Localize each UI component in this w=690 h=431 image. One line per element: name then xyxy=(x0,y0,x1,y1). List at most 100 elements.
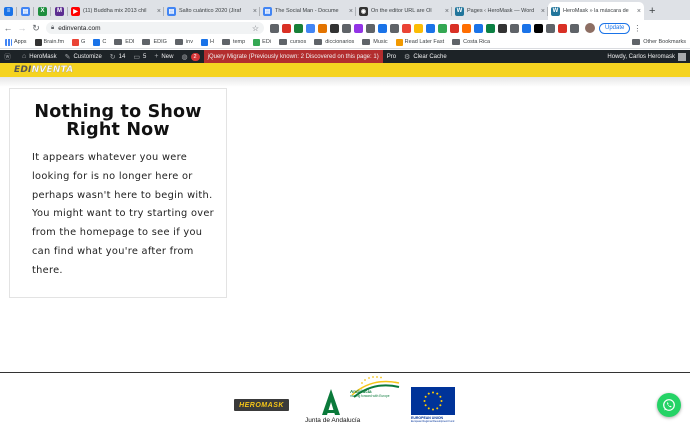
pro-menu[interactable]: Pro xyxy=(383,50,400,63)
bookmark-item[interactable]: G xyxy=(72,38,85,46)
extension-icon[interactable] xyxy=(510,23,519,33)
new-tab-button[interactable]: + xyxy=(649,5,655,17)
browser-tab[interactable]: ◉ On the editor URL are Ol × xyxy=(356,2,452,20)
account-menu[interactable]: Howdy, Carlos Heromask xyxy=(603,50,690,63)
extension-icon[interactable] xyxy=(426,23,435,33)
bookmark-item[interactable]: H xyxy=(200,38,214,46)
tab-favicon-icon: ▤ xyxy=(263,6,272,16)
bookmark-item[interactable]: EDi xyxy=(253,38,271,46)
eu-star xyxy=(439,395,442,398)
extension-icon[interactable] xyxy=(270,23,279,33)
reload-icon[interactable]: ↻ xyxy=(30,23,42,34)
extension-icon[interactable] xyxy=(534,23,543,33)
wp-logo-menu[interactable]: ⓦ xyxy=(0,50,18,63)
new-content-menu[interactable]: + New xyxy=(150,50,177,63)
tab-close-icon[interactable]: × xyxy=(541,8,545,15)
tab-close-icon[interactable]: × xyxy=(445,8,449,15)
bookmark-item[interactable]: inv xyxy=(174,39,193,45)
clear-cache-button[interactable]: ⚙︎ Clear Cache xyxy=(400,50,451,63)
browser-tab[interactable]: ▤ The Social Man - Docume × xyxy=(260,2,356,20)
extension-icon[interactable] xyxy=(558,23,567,33)
tab-title: HeroMask » la máscara de xyxy=(563,8,629,14)
tab-favicon-icon: ≡ xyxy=(4,6,13,16)
extension-icon[interactable] xyxy=(330,23,339,33)
bookmark-favicon-icon xyxy=(93,38,101,46)
bookmark-label: inv xyxy=(185,39,193,45)
extension-icon[interactable] xyxy=(342,23,351,33)
eu-star xyxy=(423,400,426,402)
profile-avatar[interactable] xyxy=(585,23,595,33)
back-icon[interactable]: ← xyxy=(2,23,14,33)
bookmark-item[interactable]: EDIG xyxy=(142,39,167,45)
bookmark-item[interactable]: Music xyxy=(362,39,388,45)
tab-close-icon[interactable]: × xyxy=(349,8,353,15)
extension-icon[interactable] xyxy=(306,23,315,33)
pinned-tab[interactable]: ≡ xyxy=(0,2,17,20)
browser-tab[interactable]: ▶ (11) Buddha mix 2013 chil × xyxy=(68,2,164,20)
forward-icon[interactable]: → xyxy=(16,23,28,33)
bookmark-item[interactable]: Read Later Fast xyxy=(395,38,445,46)
extension-icon[interactable] xyxy=(366,23,375,33)
browser-tab[interactable]: ▤ Salto cuántico 2020 (Jiraf × xyxy=(164,2,260,20)
extension-icon[interactable] xyxy=(522,23,531,33)
comments-link[interactable]: ▭ 5 xyxy=(129,50,150,63)
pinned-tab[interactable]: X xyxy=(34,2,51,20)
extension-icon[interactable] xyxy=(546,23,555,33)
update-button[interactable]: Update xyxy=(599,22,631,34)
seo-menu[interactable]: ◍ 2 xyxy=(177,50,203,63)
extension-icon[interactable] xyxy=(474,23,483,33)
browser-menu-icon[interactable]: ⋮ xyxy=(633,24,641,33)
extension-icon[interactable] xyxy=(390,23,399,33)
bookmark-item[interactable]: Apps xyxy=(5,38,27,46)
eu-star xyxy=(436,392,439,395)
eu-star xyxy=(427,392,430,395)
bookmark-item[interactable]: EDI xyxy=(114,39,134,45)
bookmark-item[interactable]: cursos xyxy=(279,39,306,45)
pinned-tab[interactable]: ▤ xyxy=(17,2,34,20)
tab-close-icon[interactable]: × xyxy=(253,8,257,15)
whatsapp-chat-button[interactable] xyxy=(657,393,681,417)
tab-close-icon[interactable]: × xyxy=(157,8,161,15)
extension-icon[interactable] xyxy=(402,23,411,33)
bookmark-item[interactable]: C xyxy=(93,38,106,46)
extension-icon[interactable] xyxy=(378,23,387,33)
extension-icon[interactable] xyxy=(318,23,327,33)
address-bar[interactable]: 🔒︎ edinventa.com ☆ xyxy=(46,22,264,34)
bookmark-star-icon[interactable]: ☆ xyxy=(252,24,259,33)
updates-link[interactable]: ↻ 14 xyxy=(106,50,130,63)
bookmark-label: Read Later Fast xyxy=(404,39,445,45)
header-shadow xyxy=(0,77,690,87)
cache-icon: ⚙︎ xyxy=(404,53,411,61)
tab-close-icon[interactable]: × xyxy=(637,8,641,15)
pinned-tab[interactable]: M xyxy=(51,2,68,20)
extension-icon[interactable] xyxy=(570,23,579,33)
extension-icon[interactable] xyxy=(462,23,471,33)
url-text[interactable]: edinventa.com xyxy=(58,25,252,32)
bookmark-item[interactable]: diccionarios xyxy=(314,39,354,45)
customize-link[interactable]: ✎ Customize xyxy=(61,50,106,63)
site-logo[interactable]: EDINVENTA xyxy=(14,65,73,75)
extension-icon[interactable] xyxy=(294,23,303,33)
site-name-menu[interactable]: ⌂ HeroMask xyxy=(18,50,61,63)
jquery-migrate-notice[interactable]: jQuery Migrate (Previously known: 2 Disc… xyxy=(203,50,383,63)
browser-tab[interactable]: W Pages ‹ HeroMask — Word × xyxy=(452,2,548,20)
bookmark-item[interactable]: temp xyxy=(221,39,245,45)
not-found-message: It appears whatever you were looking for… xyxy=(32,152,214,276)
browser-tab[interactable]: W HeroMask » la máscara de × xyxy=(548,2,644,20)
tab-favicon-icon: ▤ xyxy=(167,6,176,16)
other-bookmarks[interactable]: Other Bookmarks xyxy=(632,39,686,45)
comment-icon: ▭ xyxy=(133,53,140,61)
extension-icon[interactable] xyxy=(438,23,447,33)
extension-icon[interactable] xyxy=(282,23,291,33)
bookmark-item[interactable]: Brain.fm xyxy=(34,38,64,46)
extension-icon[interactable] xyxy=(498,23,507,33)
tab-favicon-icon: ▶ xyxy=(71,6,80,16)
bookmark-item[interactable]: Costa Rica xyxy=(452,39,490,45)
lock-icon[interactable]: 🔒︎ xyxy=(51,25,54,32)
footer-divider xyxy=(0,372,690,373)
eu-star xyxy=(436,407,439,410)
extension-icon[interactable] xyxy=(450,23,459,33)
extension-icon[interactable] xyxy=(486,23,495,33)
extension-icon[interactable] xyxy=(354,23,363,33)
extension-icon[interactable] xyxy=(414,23,423,33)
